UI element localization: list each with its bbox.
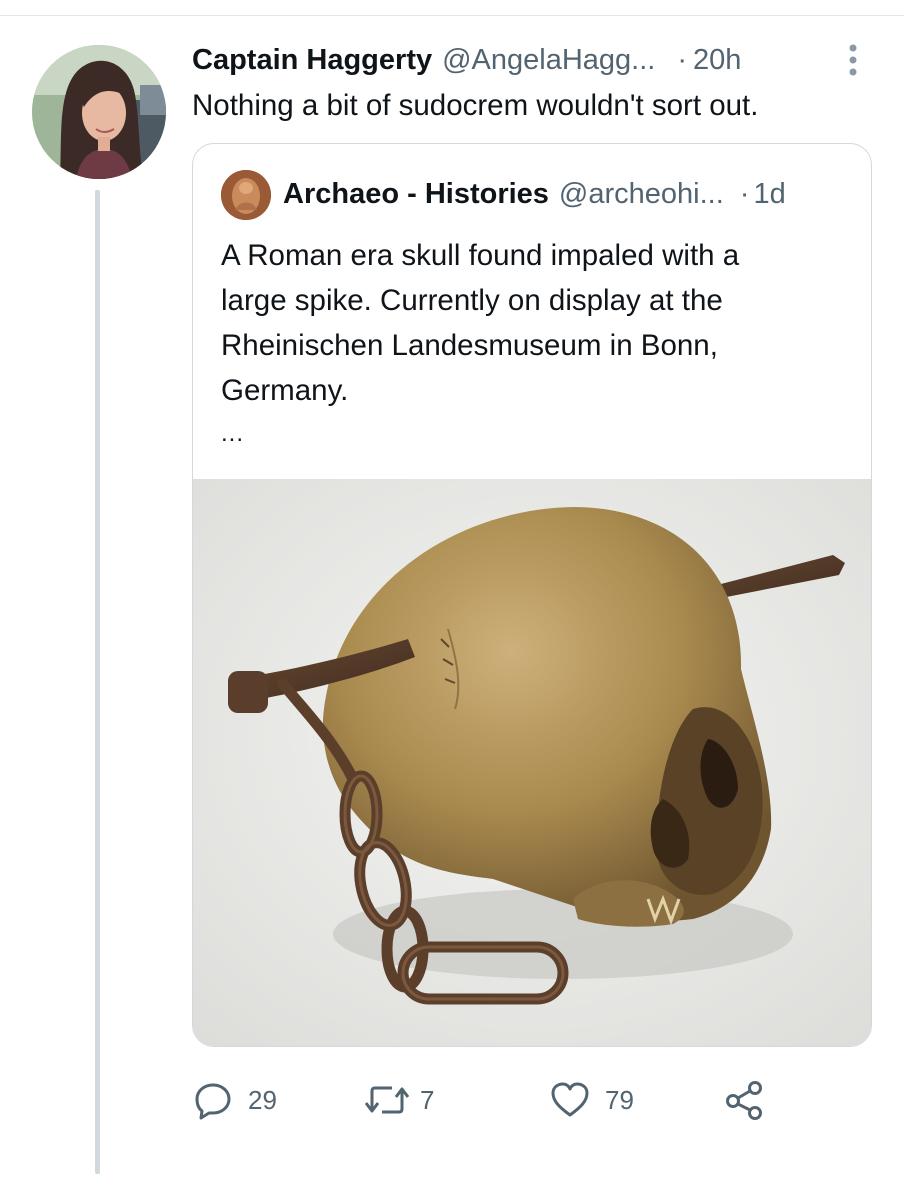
display-name[interactable]: Captain Haggerty xyxy=(192,44,432,77)
tweet-text: Nothing a bit of sudocrem wouldn't sort … xyxy=(192,89,759,122)
timestamp[interactable]: 20h xyxy=(693,44,741,77)
quoted-text-line: A Roman era skull found impaled with a xyxy=(221,239,740,272)
like-count: 79 xyxy=(605,1084,634,1115)
divider xyxy=(0,15,904,16)
quoted-tweet-text: A Roman era skull found impaled with a l… xyxy=(221,233,851,413)
quoted-timestamp[interactable]: 1d xyxy=(753,178,785,211)
reply-count: 29 xyxy=(248,1084,277,1115)
share-button[interactable] xyxy=(724,1075,766,1125)
heart-icon xyxy=(551,1082,589,1117)
quoted-text-line: Rheinischen Landesmuseum in Bonn, xyxy=(221,329,718,362)
quoted-text-line: large spike. Currently on display at the xyxy=(221,284,723,317)
retweet-button[interactable]: 7 xyxy=(362,1075,434,1125)
handle[interactable]: @AngelaHagg... xyxy=(442,44,655,77)
tweet-screen: Captain Haggerty @AngelaHagg... · 20h No… xyxy=(0,0,904,1200)
like-button[interactable]: 79 xyxy=(549,1075,634,1125)
more-options-icon[interactable] xyxy=(845,42,861,78)
skull-photo xyxy=(193,479,871,1046)
reply-button[interactable]: 29 xyxy=(192,1075,277,1125)
separator-dot: · xyxy=(677,43,688,76)
quoted-tweet-header: Archaeo - Histories @archeohi... · 1d xyxy=(283,174,786,214)
tweet-header: Captain Haggerty @AngelaHagg... · 20h xyxy=(192,40,741,80)
separator-dot: · xyxy=(739,177,750,210)
quoted-media-image[interactable] xyxy=(193,479,871,1046)
quoted-avatar-image xyxy=(221,170,271,220)
share-icon xyxy=(726,1081,762,1120)
quoted-handle[interactable]: @archeohi... xyxy=(559,178,724,211)
retweet-count: 7 xyxy=(420,1084,435,1115)
thread-line xyxy=(95,190,100,1174)
show-more-ellipsis[interactable]: ... xyxy=(221,420,244,448)
quoted-tweet-card[interactable]: Archaeo - Histories @archeohi... · 1d A … xyxy=(192,143,872,1047)
quoted-avatar[interactable] xyxy=(221,170,271,220)
reply-icon xyxy=(195,1083,231,1120)
avatar[interactable] xyxy=(32,45,166,179)
quoted-display-name[interactable]: Archaeo - Histories xyxy=(283,178,549,211)
retweet-icon xyxy=(364,1086,410,1114)
tweet-actions-bar: 29 7 79 xyxy=(0,1075,904,1125)
avatar-photo xyxy=(32,45,166,179)
quoted-text-line: Germany. xyxy=(221,374,349,407)
